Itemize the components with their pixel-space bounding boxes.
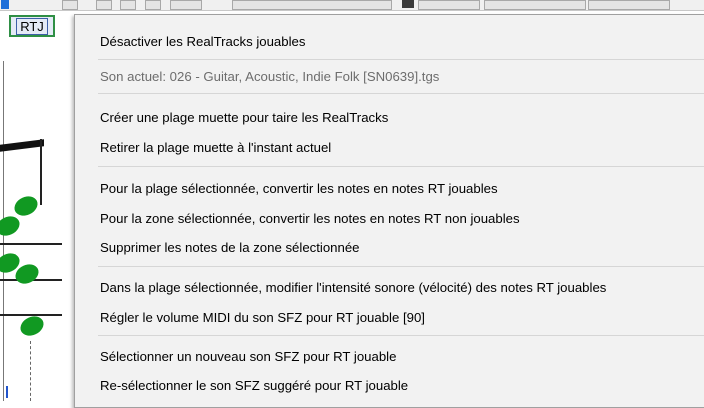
note-head[interactable] bbox=[17, 312, 47, 340]
menu-item-convert-to-playable[interactable]: Pour la plage sélectionnée, convertir le… bbox=[75, 173, 704, 203]
menu-item-modify-velocity[interactable]: Dans la plage sélectionnée, modifier l'i… bbox=[75, 272, 704, 302]
note-beam bbox=[0, 139, 44, 152]
playback-cursor-line bbox=[30, 341, 31, 401]
context-menu: Désactiver les RealTracks jouables Son a… bbox=[74, 14, 704, 408]
menu-item-set-midi-volume[interactable]: Régler le volume MIDI du son SFZ pour RT… bbox=[75, 302, 704, 332]
menu-item-convert-to-non-playable[interactable]: Pour la zone sélectionnée, convertir les… bbox=[75, 203, 704, 233]
menu-separator bbox=[98, 266, 704, 267]
position-marker bbox=[6, 386, 8, 398]
note-head[interactable] bbox=[11, 192, 41, 220]
toolbar-button[interactable] bbox=[418, 0, 480, 10]
rtj-button[interactable]: RTJ bbox=[9, 15, 55, 37]
toolbar-button[interactable] bbox=[120, 0, 136, 10]
toolbar-button[interactable] bbox=[588, 0, 670, 10]
menu-item-remove-mute-range[interactable]: Retirer la plage muette à l'instant actu… bbox=[75, 132, 704, 162]
note-stem bbox=[40, 139, 42, 205]
menu-item-delete-notes[interactable]: Supprimer les notes de la zone sélection… bbox=[75, 232, 704, 262]
top-toolbar bbox=[0, 0, 704, 11]
rtj-button-label: RTJ bbox=[16, 17, 48, 35]
toolbar-button[interactable] bbox=[145, 0, 161, 10]
menu-separator bbox=[98, 59, 704, 60]
menu-item-deactivate-playable-realtracks[interactable]: Désactiver les RealTracks jouables bbox=[75, 26, 704, 56]
app-icon[interactable] bbox=[1, 0, 9, 9]
menu-item-select-new-sfz[interactable]: Sélectionner un nouveau son SFZ pour RT … bbox=[75, 341, 704, 371]
toolbar-field[interactable] bbox=[232, 0, 392, 10]
toolbar-icon[interactable] bbox=[402, 0, 414, 8]
toolbar-button[interactable] bbox=[62, 0, 78, 10]
menu-separator bbox=[98, 93, 704, 94]
notation-area[interactable] bbox=[0, 11, 74, 401]
menu-item-current-sound: Son actuel: 026 - Guitar, Acoustic, Indi… bbox=[100, 68, 440, 84]
toolbar-button[interactable] bbox=[96, 0, 112, 10]
staff-line bbox=[0, 243, 62, 245]
menu-separator bbox=[98, 335, 704, 336]
menu-item-create-mute-range[interactable]: Créer une plage muette pour taire les Re… bbox=[75, 102, 704, 132]
toolbar-button[interactable] bbox=[170, 0, 202, 10]
toolbar-button[interactable] bbox=[484, 0, 586, 10]
menu-item-reselect-suggested-sfz[interactable]: Re-sélectionner le son SFZ suggéré pour … bbox=[75, 370, 704, 400]
menu-separator bbox=[98, 166, 704, 167]
